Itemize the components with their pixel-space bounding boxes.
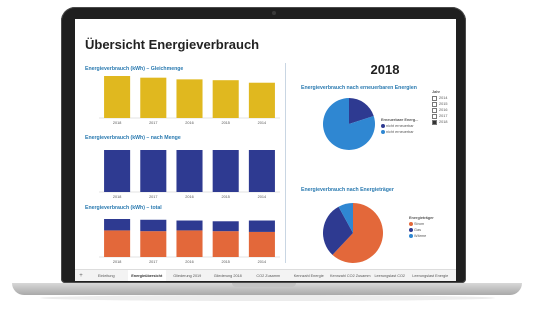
bar[interactable] [176,230,203,257]
slicer-item-label: 2014 [439,96,448,100]
laptop-notch [232,283,296,287]
page-tab[interactable]: Leerungslast CO2 [371,270,410,281]
chart2-title: Energieverbrauch (kWh) – nach Menge [85,135,181,141]
legend-swatch [409,234,413,238]
checkbox-icon[interactable] [432,95,437,101]
pie2-legend-item: Wärme [409,234,426,238]
x-tick-label: 2014 [258,195,266,199]
x-tick-label: 2015 [221,260,229,264]
bar[interactable] [140,150,167,192]
bar[interactable] [212,221,239,232]
bar[interactable] [140,231,167,257]
slicer-item-label: 2017 [439,114,448,118]
legend-swatch [381,124,385,128]
pie2-legend-label: Strom [414,222,425,226]
bar[interactable] [248,150,275,192]
x-tick-label: 2015 [221,195,229,199]
bar[interactable] [104,230,131,257]
year-heading: 2018 [370,62,400,77]
pie1-legend-item: nicht erneuerbar [381,130,414,134]
chart3-bars: 2018 2017 2016 2015 2014 [99,219,280,264]
page-tab[interactable]: Leerungslast Energie [411,270,450,281]
laptop-shadow [40,295,495,301]
checkbox-icon[interactable] [432,119,437,125]
legend-swatch [381,130,385,134]
bar[interactable] [212,150,239,192]
pie2-title: Energieverbrauch nach Energieträger [301,187,394,193]
page-tab[interactable]: Kennzahl CO2 Zusamm [330,270,371,281]
add-page-icon[interactable]: + [77,270,85,281]
checkbox-icon[interactable] [432,101,437,107]
slicer-item-label: 2018 [439,120,448,124]
legend-swatch [409,228,413,232]
pie1-title: Energieverbrauch nach erneuerbaren Energ… [301,85,417,91]
bar[interactable] [248,231,275,257]
x-tick-label: 2018 [113,260,121,264]
page-tab[interactable]: Gliederung 2019 [168,270,207,281]
pie1-legend-item: nicht erneuerbar [381,124,414,128]
page-tab[interactable]: Gliederung 2018 [209,270,248,281]
year-slicer[interactable]: Jahr 2014 2015 2016 2017 2018 [432,89,454,125]
chart1-bars: 2018 2017 2016 2015 2014 [99,76,280,125]
bar[interactable] [212,80,239,118]
bar[interactable] [248,220,275,232]
pie1-legend-label: nicht erneuerbar [386,124,414,128]
bar[interactable] [212,231,239,257]
pie2-legend-item: Strom [409,222,424,226]
bar[interactable] [176,220,203,231]
pie2-legend-label: Gas [414,228,421,232]
pie1-legend-label: nicht erneuerbar [386,130,414,134]
bar[interactable] [140,77,167,118]
x-tick-label: 2014 [258,260,266,264]
page-tab-bar: + Einleitung Energieübersicht Gliederung 2… [75,269,456,281]
section-divider [285,63,286,263]
chart2-bars: 2018 2017 2016 2015 2014 [99,150,280,199]
checkbox-icon[interactable] [432,113,437,119]
page-tab[interactable]: Kennzahl Energie [290,270,329,281]
legend-swatch [409,222,413,226]
x-tick-label: 2018 [113,121,121,125]
pie1-chart [323,98,375,150]
bar[interactable] [176,79,203,118]
pie2-legend-label: Wärme [414,234,427,238]
bar[interactable] [104,219,131,231]
x-tick-label: 2016 [185,121,193,125]
slicer-item[interactable]: 2018 [432,119,454,125]
x-tick-label: 2017 [149,121,157,125]
x-tick-label: 2016 [185,260,193,264]
pie1-legend-title: Erneuerbare Energ... [381,118,419,122]
bar[interactable] [176,150,203,192]
x-tick-label: 2017 [149,195,157,199]
camera-icon [272,11,276,15]
page-tab[interactable]: Einleitung [87,270,126,281]
x-tick-label: 2015 [221,121,229,125]
x-tick-label: 2016 [185,195,193,199]
x-tick-label: 2017 [149,260,157,264]
page-tab[interactable]: CO2 Zusamm [249,270,288,281]
pie2-legend-item: Gas [409,228,421,232]
page-title: Übersicht Energieverbrauch [85,37,260,52]
bar[interactable] [140,219,167,232]
page-tab[interactable]: Energieübersicht [127,270,166,281]
bar[interactable] [104,150,131,192]
x-tick-label: 2018 [113,195,121,199]
pie2-legend-title: Energieträger [409,216,434,220]
pie2-chart [323,203,383,263]
dashboard-screen: Übersicht Energieverbrauch 2018 Energiev… [75,19,456,281]
slicer-item-label: 2015 [439,102,448,106]
slicer-item-label: 2016 [439,108,448,112]
x-tick-label: 2014 [258,121,266,125]
chart3-title: Energieverbrauch (kWh) – total [85,205,162,211]
bar[interactable] [104,76,131,118]
bar[interactable] [248,82,275,118]
checkbox-icon[interactable] [432,107,437,113]
